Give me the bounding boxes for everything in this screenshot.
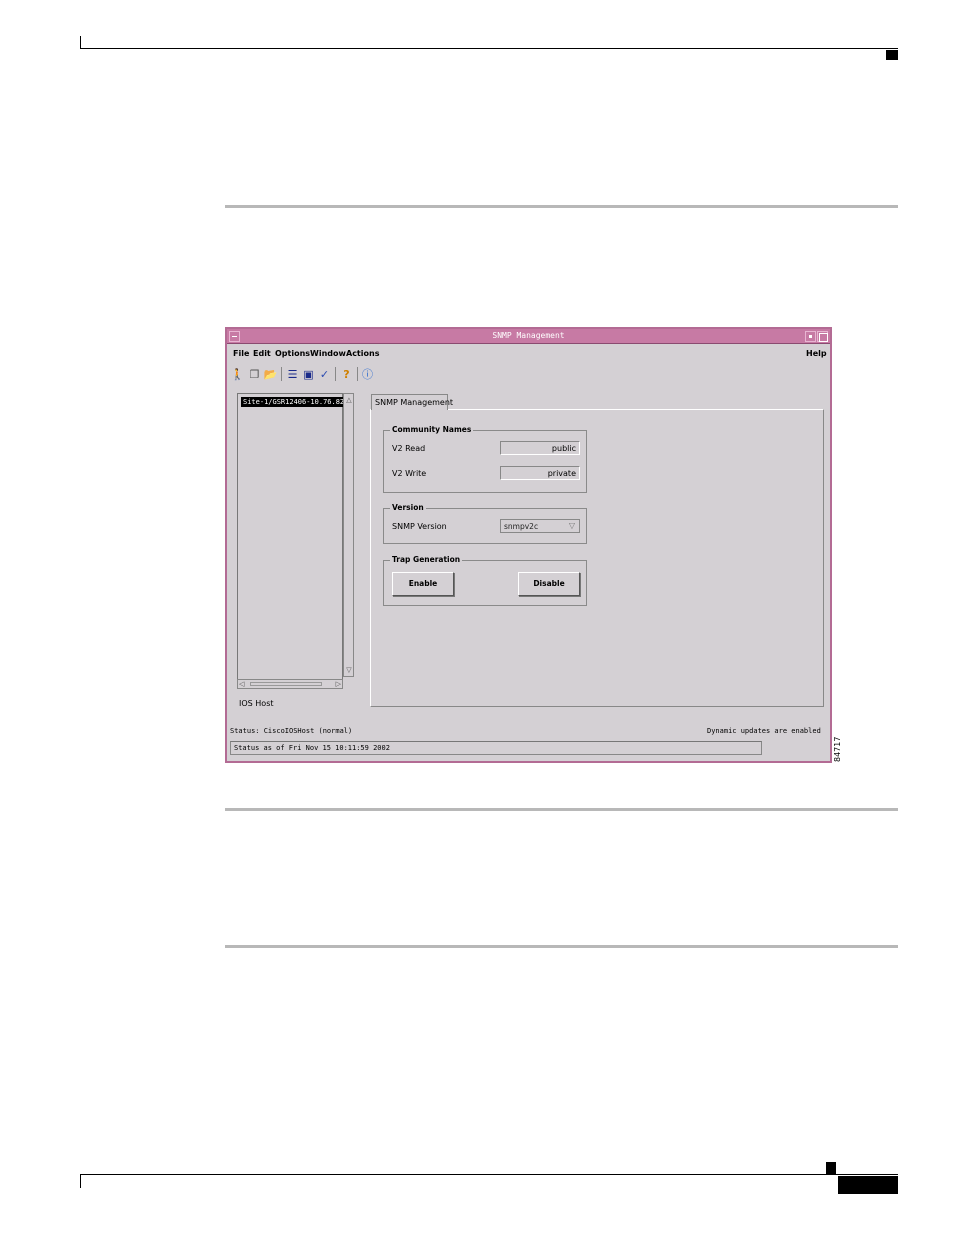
menu-bar: File Edit Options Window Actions Help bbox=[227, 345, 830, 363]
tree-vertical-scrollbar[interactable]: △ ▽ bbox=[343, 393, 354, 677]
v2-write-label: V2 Write bbox=[392, 469, 427, 478]
snmp-management-window: SNMP Management File Edit Options Window… bbox=[225, 327, 832, 763]
v2-read-label: V2 Read bbox=[392, 444, 426, 453]
footer-page-tab bbox=[838, 1176, 898, 1194]
toolbar-separator bbox=[281, 367, 282, 381]
footer-marker bbox=[826, 1162, 836, 1174]
tree-horizontal-scrollbar[interactable]: ◁ ▷ bbox=[237, 679, 343, 689]
menu-help[interactable]: Help bbox=[806, 349, 827, 358]
version-legend: Version bbox=[390, 503, 426, 512]
tree-selected-item[interactable]: Site-1/GSR12406-10.76.82. bbox=[241, 397, 351, 407]
trap-generation-legend: Trap Generation bbox=[390, 555, 463, 564]
snmp-version-label: SNMP Version bbox=[392, 522, 447, 531]
dynamic-updates-text: Dynamic updates are enabled bbox=[707, 727, 821, 735]
footer-tick bbox=[80, 1174, 81, 1188]
version-group: Version SNMP Version snmpv2c ▽ bbox=[383, 503, 587, 544]
separator-bottom bbox=[225, 945, 898, 948]
window-title: SNMP Management bbox=[492, 331, 565, 340]
folder-open-icon[interactable]: 📂 bbox=[263, 366, 278, 382]
tree-panel-label: IOS Host bbox=[239, 699, 274, 708]
toolbar: 🚶 ❐ 📂 ☰ ▣ ✓ ? ⓘ bbox=[229, 365, 829, 385]
footer-rule bbox=[80, 1174, 898, 1175]
list-icon[interactable]: ☰ bbox=[285, 366, 300, 382]
trap-generation-group: Trap Generation Enable Disable bbox=[383, 555, 587, 606]
community-names-legend: Community Names bbox=[390, 425, 474, 434]
header-marker bbox=[886, 50, 898, 60]
snmp-version-select[interactable]: snmpv2c ▽ bbox=[500, 519, 580, 533]
menu-window[interactable]: Window bbox=[310, 349, 346, 358]
scroll-up-icon[interactable]: △ bbox=[345, 395, 353, 405]
minimize-button[interactable] bbox=[805, 331, 816, 342]
header-rule bbox=[80, 48, 898, 49]
toolbar-separator bbox=[357, 367, 358, 381]
tab-snmp-management[interactable]: SNMP Management bbox=[371, 394, 453, 410]
separator-middle bbox=[225, 808, 898, 811]
title-bar[interactable]: SNMP Management bbox=[227, 329, 830, 344]
disable-button[interactable]: Disable bbox=[518, 572, 580, 596]
figure-id: 84717 bbox=[833, 736, 842, 762]
menu-edit[interactable]: Edit bbox=[253, 349, 271, 358]
status-text: Status: CiscoIOSHost (normal) bbox=[230, 727, 353, 735]
v2-write-field[interactable]: private bbox=[500, 466, 580, 480]
maximize-button[interactable] bbox=[817, 331, 828, 342]
menu-actions[interactable]: Actions bbox=[346, 349, 379, 358]
scroll-left-icon[interactable]: ◁ bbox=[239, 680, 244, 689]
separator-top bbox=[225, 205, 898, 208]
menu-file[interactable]: File bbox=[233, 349, 249, 358]
v2-read-field[interactable]: public bbox=[500, 441, 580, 455]
enable-button[interactable]: Enable bbox=[392, 572, 454, 596]
menu-options[interactable]: Options bbox=[275, 349, 310, 358]
check-icon[interactable]: ✓ bbox=[317, 366, 332, 382]
copy-icon[interactable]: ❐ bbox=[247, 366, 262, 382]
status-bar: Status as of Fri Nov 15 10:11:59 2002 bbox=[230, 741, 762, 755]
community-names-group: Community Names V2 Read public V2 Write … bbox=[383, 425, 587, 493]
toolbar-separator bbox=[335, 367, 336, 381]
walker-icon[interactable]: 🚶 bbox=[230, 366, 245, 382]
scroll-down-icon[interactable]: ▽ bbox=[345, 665, 353, 675]
scroll-right-icon[interactable]: ▷ bbox=[336, 680, 341, 689]
snmp-version-value: snmpv2c bbox=[504, 522, 539, 531]
chevron-down-icon: ▽ bbox=[568, 521, 575, 530]
info-icon[interactable]: ⓘ bbox=[360, 366, 375, 382]
device-tree[interactable]: Site-1/GSR12406-10.76.82. bbox=[237, 393, 351, 689]
monitor-icon[interactable]: ▣ bbox=[301, 366, 316, 382]
help-icon[interactable]: ? bbox=[339, 366, 354, 382]
horizontal-scroll-thumb[interactable] bbox=[250, 682, 322, 686]
